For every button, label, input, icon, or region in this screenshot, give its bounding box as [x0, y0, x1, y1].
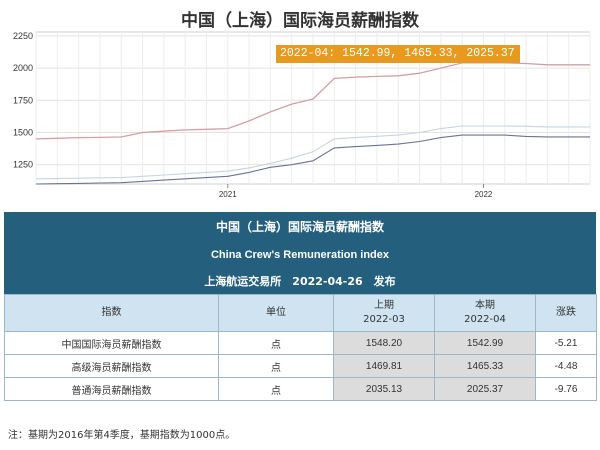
chart-tooltip: 2022-04: 1542.99, 1465.33, 2025.37	[276, 45, 520, 63]
col-cur-period: 2022-04	[464, 314, 506, 325]
col-change: 涨跌	[535, 294, 597, 332]
row-prev: 2035.13	[333, 377, 435, 401]
col-cur-label: 本期	[475, 300, 495, 311]
col-unit: 单位	[218, 294, 334, 332]
table-publish-info: 上海航运交易所 2022-04-26 发布	[204, 275, 396, 288]
row-name: 中国国际海员薪酬指数	[4, 331, 219, 355]
row-unit: 点	[218, 331, 334, 355]
row-name: 高级海员薪酬指数	[4, 354, 219, 378]
y-tick-label: 1750	[13, 95, 33, 105]
index-table: 指数 单位 上期 2022-03 本期 2022-04 涨跌 中国国际海员薪酬指…	[4, 294, 597, 401]
row-change: -4.48	[535, 354, 597, 378]
row-cur: 2025.37	[434, 377, 536, 401]
chart-title: 中国（上海）国际海员薪酬指数	[181, 11, 419, 31]
table-title-en: China Crew's Remuneration index	[210, 249, 390, 261]
col-index: 指数	[4, 294, 219, 332]
x-tick-label: 2022	[475, 190, 493, 199]
chart-area: 1250 1500 1750 2000 2250 2021 2022 中国（上海）国际海员…	[0, 0, 600, 205]
row-prev: 1548.20	[333, 331, 435, 355]
y-axis-ticks: 1250 1500 1750 2000 2250	[13, 31, 33, 170]
col-prev-label: 上期	[374, 300, 394, 311]
row-name: 普通海员薪酬指数	[4, 377, 219, 401]
row-prev: 1469.81	[333, 354, 435, 378]
table-row: 中国国际海员薪酬指数 点 1548.20 1542.99 -5.21	[4, 331, 597, 355]
col-prev-period: 2022-03	[363, 314, 405, 325]
row-change: -9.76	[535, 377, 597, 401]
col-cur: 本期 2022-04	[434, 294, 536, 332]
x-axis-ticks: 2021 2022	[219, 184, 493, 199]
y-tick-label: 2250	[13, 31, 33, 41]
row-change: -5.21	[535, 331, 597, 355]
x-tick-label: 2021	[219, 190, 237, 199]
table-row: 普通海员薪酬指数 点 2035.13 2025.37 -9.76	[4, 377, 597, 401]
y-tick-label: 1500	[13, 127, 33, 137]
table-row: 高级海员薪酬指数 点 1469.81 1465.33 -4.48	[4, 354, 597, 378]
index-table-panel: 中国（上海）国际海员薪酬指数 China Crew's Remuneration…	[4, 212, 597, 401]
row-unit: 点	[218, 354, 334, 378]
y-tick-label: 1250	[13, 160, 33, 170]
row-cur: 1542.99	[434, 331, 536, 355]
y-tick-label: 2000	[13, 63, 33, 73]
row-cur: 1465.33	[434, 354, 536, 378]
table-title-cn: 中国（上海）国际海员薪酬指数	[215, 220, 384, 234]
footer-note: 注：基期为2016年第4季度，基期指数为1000点。	[8, 430, 236, 441]
col-prev: 上期 2022-03	[333, 294, 435, 332]
row-unit: 点	[218, 377, 334, 401]
table-header: 中国（上海）国际海员薪酬指数 China Crew's Remuneration…	[4, 212, 596, 294]
table-header-row: 指数 单位 上期 2022-03 本期 2022-04 涨跌	[4, 294, 597, 332]
